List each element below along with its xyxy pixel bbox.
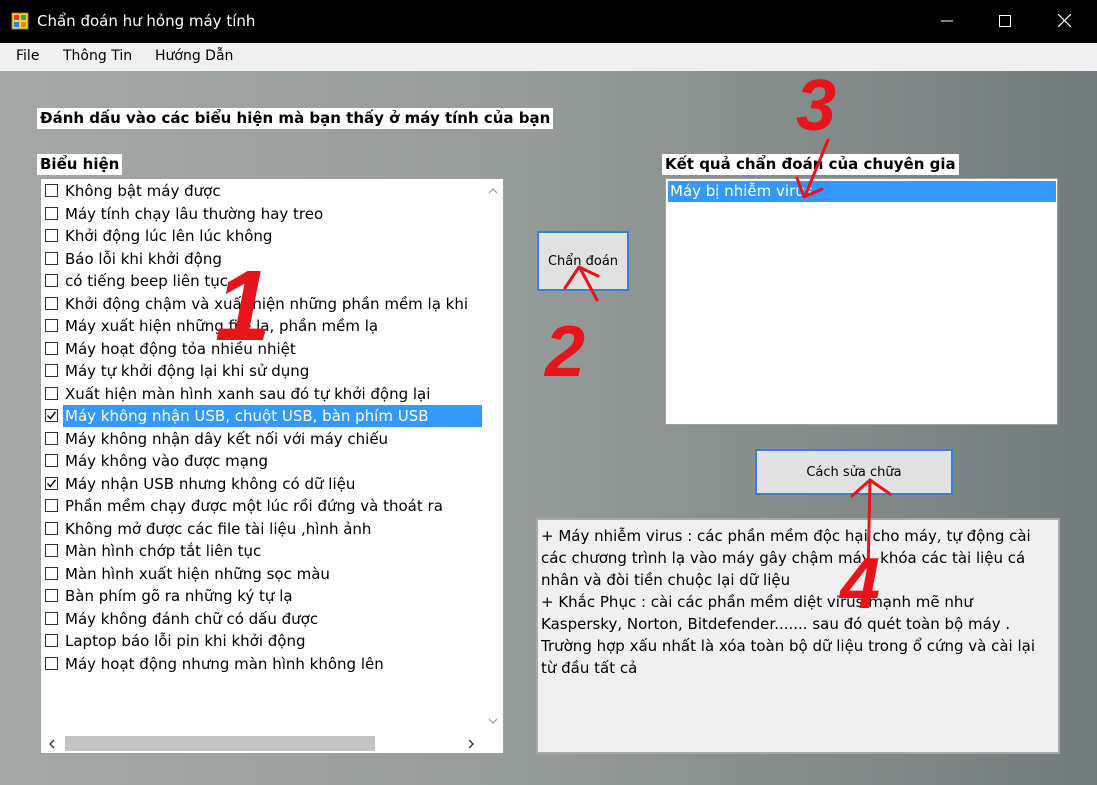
symptom-checkbox[interactable] bbox=[45, 184, 58, 197]
symptom-label: Máy không vào được mạng bbox=[65, 452, 269, 470]
symptom-label: Khởi động lúc lên lúc không bbox=[65, 227, 273, 245]
diagnosis-result-list[interactable]: Máy bị nhiễm virus bbox=[665, 178, 1058, 425]
symptom-label: có tiếng beep liên tục bbox=[65, 272, 229, 290]
symptom-checkbox[interactable] bbox=[45, 319, 58, 332]
symptom-checkbox[interactable] bbox=[45, 409, 58, 422]
symptom-label: Không bật máy được bbox=[65, 182, 221, 200]
symptom-item[interactable]: Máy không nhận dây kết nối với máy chiếu bbox=[42, 428, 482, 450]
symptom-checkbox[interactable] bbox=[45, 634, 58, 647]
symptom-label: Laptop báo lỗi pin khi khởi động bbox=[65, 632, 306, 650]
symptom-label: Máy không đánh chữ có dấu được bbox=[65, 609, 319, 628]
symptom-label: Máy hoạt động nhưng màn hình không lên bbox=[65, 654, 384, 673]
symptom-checkbox[interactable] bbox=[45, 499, 58, 512]
menu-info[interactable]: Thông Tin bbox=[63, 48, 132, 64]
symptom-item[interactable]: Màn hình xuất hiện những sọc màu bbox=[42, 563, 482, 585]
symptom-checkbox[interactable] bbox=[45, 589, 58, 602]
app-icon bbox=[11, 12, 29, 30]
symptom-checkbox[interactable] bbox=[45, 476, 58, 490]
symptom-checkbox[interactable] bbox=[45, 229, 58, 242]
symptom-checkbox[interactable] bbox=[45, 454, 58, 467]
horizontal-scroll-thumb[interactable] bbox=[65, 736, 375, 751]
symptom-item[interactable]: Laptop báo lỗi pin khi khởi động bbox=[42, 630, 482, 652]
symptom-checklist[interactable]: Không bật máy được Máy tính chạy lâu thườ… bbox=[40, 178, 504, 754]
check-icon bbox=[46, 478, 57, 488]
instruction-label: Đánh dấu vào các biểu hiện mà bạn thấy ở… bbox=[37, 108, 554, 129]
symptom-label: Máy không nhận dây kết nối với máy chiếu bbox=[65, 429, 389, 448]
symptom-checkbox[interactable] bbox=[45, 431, 58, 445]
symptom-checkbox[interactable] bbox=[45, 206, 58, 220]
symptom-label: Bàn phím gõ ra những ký tự lạ bbox=[65, 587, 293, 605]
symptom-label: Máy tính chạy lâu thường hay treo bbox=[65, 204, 324, 223]
repair-text-box[interactable]: + Máy nhiễm virus : các phần mềm độc hại… bbox=[536, 518, 1060, 754]
symptom-checkbox[interactable] bbox=[45, 386, 58, 400]
maximize-button[interactable] bbox=[976, 0, 1034, 43]
symptom-label: Báo lỗi khi khởi động bbox=[65, 249, 222, 268]
close-icon bbox=[1057, 12, 1071, 31]
symptom-checkbox[interactable] bbox=[45, 296, 58, 310]
window-title: Chẩn đoán hư hỏng máy tính bbox=[37, 12, 256, 30]
results-header: Kết quả chẩn đoán của chuyên gia bbox=[662, 154, 959, 175]
symptom-item[interactable]: Máy không vào được mạng bbox=[42, 450, 482, 472]
symptoms-header: Biểu hiện bbox=[37, 154, 123, 175]
repair-button[interactable]: Cách sửa chữa bbox=[755, 449, 953, 495]
symptom-label: Màn hình chớp tắt liên tục bbox=[65, 542, 262, 560]
maximize-icon bbox=[999, 12, 1011, 31]
close-button[interactable] bbox=[1035, 0, 1093, 43]
symptom-checkbox[interactable] bbox=[45, 341, 58, 355]
symptom-checkbox[interactable] bbox=[45, 544, 58, 557]
symptom-checkbox[interactable] bbox=[45, 274, 58, 287]
symptom-item[interactable]: Không bật máy được bbox=[42, 180, 482, 202]
annotation-label-4: 4 bbox=[840, 544, 881, 624]
annotation-label-2: 2 bbox=[545, 312, 586, 392]
annotation-label-1: 1 bbox=[215, 250, 271, 362]
symptom-item[interactable]: Không mở được các file tài liệu ,hình ản… bbox=[42, 518, 482, 540]
result-item[interactable]: Máy bị nhiễm virus bbox=[668, 181, 1056, 202]
horizontal-scrollbar[interactable] bbox=[41, 734, 483, 753]
minimize-button[interactable] bbox=[918, 0, 976, 43]
menu-bar: File Thông Tin Hướng Dẫn bbox=[0, 43, 1097, 71]
title-bar[interactable]: Chẩn đoán hư hỏng máy tính bbox=[0, 0, 1097, 43]
symptom-label: Màn hình xuất hiện những sọc màu bbox=[65, 564, 330, 583]
symptom-label: Xuất hiện màn hình xanh sau đó tự khởi đ… bbox=[65, 384, 431, 403]
symptom-item[interactable]: Xuất hiện màn hình xanh sau đó tự khởi đ… bbox=[42, 383, 482, 405]
symptom-label: Phần mềm chạy được một lúc rồi đứng và t… bbox=[65, 497, 443, 515]
scroll-right-icon[interactable] bbox=[462, 735, 479, 752]
symptom-item[interactable]: Máy không đánh chữ có dấu được bbox=[42, 608, 482, 630]
app-window: Chẩn đoán hư hỏng máy tính File Thông Ti… bbox=[0, 0, 1097, 785]
symptom-checkbox[interactable] bbox=[45, 566, 58, 580]
symptom-checkbox[interactable] bbox=[45, 611, 58, 625]
symptom-item[interactable]: Phần mềm chạy được một lúc rồi đứng và t… bbox=[42, 495, 482, 517]
symptom-item[interactable]: Máy tính chạy lâu thường hay treo bbox=[42, 203, 482, 225]
symptom-item[interactable]: Máy nhận USB nhưng không có dữ liệu bbox=[42, 473, 482, 495]
symptom-checkbox[interactable] bbox=[45, 656, 58, 670]
symptom-item[interactable]: Màn hình chớp tắt liên tục bbox=[42, 540, 482, 562]
symptom-checkbox[interactable] bbox=[45, 364, 58, 377]
annotation-label-3: 3 bbox=[796, 66, 837, 146]
minimize-icon bbox=[941, 12, 953, 31]
scroll-down-icon[interactable] bbox=[484, 712, 501, 729]
diagnose-button[interactable]: Chẩn đoán bbox=[537, 231, 629, 291]
symptom-item[interactable]: Máy tự khởi động lại khi sử dụng bbox=[42, 360, 482, 382]
menu-guide[interactable]: Hướng Dẫn bbox=[155, 48, 233, 64]
symptom-label: Máy tự khởi động lại khi sử dụng bbox=[65, 362, 310, 380]
symptom-label: Máy nhận USB nhưng không có dữ liệu bbox=[65, 474, 356, 493]
scroll-left-icon[interactable] bbox=[43, 735, 60, 752]
menu-file[interactable]: File bbox=[16, 48, 39, 64]
vertical-scrollbar[interactable] bbox=[483, 179, 502, 734]
symptom-item[interactable]: Khởi động lúc lên lúc không bbox=[42, 225, 482, 247]
symptom-label: Máy không nhận USB, chuột USB, bàn phím … bbox=[63, 405, 482, 427]
symptom-item[interactable]: Máy hoạt động nhưng màn hình không lên bbox=[42, 653, 482, 675]
scroll-up-icon[interactable] bbox=[484, 182, 501, 199]
symptom-item[interactable]: Bàn phím gõ ra những ký tự lạ bbox=[42, 585, 482, 607]
symptom-item[interactable]: Máy không nhận USB, chuột USB, bàn phím … bbox=[42, 405, 482, 427]
symptom-label: Không mở được các file tài liệu ,hình ản… bbox=[65, 519, 372, 538]
check-icon bbox=[46, 411, 57, 420]
symptom-checkbox[interactable] bbox=[45, 251, 58, 265]
symptom-checkbox[interactable] bbox=[45, 521, 58, 535]
